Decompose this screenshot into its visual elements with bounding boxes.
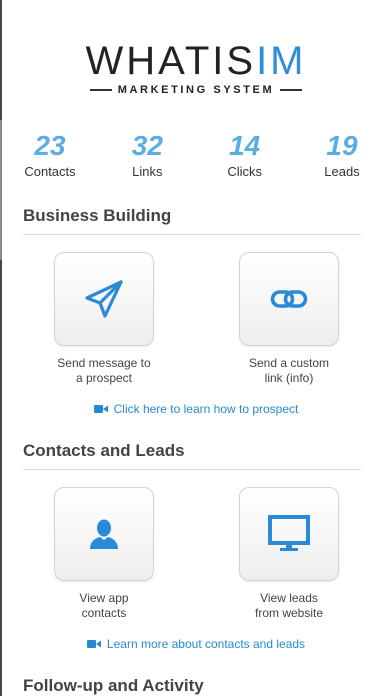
send-icon <box>85 280 123 318</box>
learn-prospect-text[interactable]: Click here to learn how to prospect <box>114 402 299 416</box>
person-icon <box>90 519 118 549</box>
app-contacts-tile[interactable]: View app contacts <box>34 487 174 621</box>
monitor-icon <box>268 515 310 551</box>
website-leads-label: View leads from website <box>254 591 324 620</box>
stat-label: Clicks <box>227 164 262 179</box>
logo-rule-left <box>89 89 112 91</box>
video-camera-icon <box>86 638 101 652</box>
app-logo: WHATISIM MARKETING SYSTEM <box>0 40 392 96</box>
stat-links[interactable]: 32 Links <box>111 130 183 179</box>
logo-rule-right <box>280 89 303 91</box>
stat-value: 19 <box>326 130 358 161</box>
video-camera-icon <box>93 403 108 417</box>
send-message-button[interactable] <box>54 252 154 346</box>
section-title-followup: Follow-up and Activity <box>23 676 204 695</box>
link-icon <box>270 290 308 308</box>
stat-value: 14 <box>229 130 261 161</box>
learn-contacts-link[interactable]: Learn more about contacts and leads <box>0 637 392 652</box>
window-edge <box>0 0 2 696</box>
stat-label: Leads <box>324 164 360 179</box>
stat-value: 32 <box>131 130 163 161</box>
logo-wordmark: WHATISIM <box>0 40 392 82</box>
app-contacts-label: View app contacts <box>79 591 129 620</box>
custom-link-label: Send a custom link (info) <box>248 356 330 385</box>
app-contacts-button[interactable] <box>54 487 154 581</box>
learn-contacts-text[interactable]: Learn more about contacts and leads <box>107 637 305 651</box>
custom-link-tile[interactable]: Send a custom link (info) <box>219 252 359 386</box>
section-divider <box>23 234 361 235</box>
stat-clicks[interactable]: 14 Clicks <box>209 130 281 179</box>
custom-link-button[interactable] <box>239 252 339 346</box>
send-message-tile[interactable]: Send message to a prospect <box>34 252 174 386</box>
send-message-label: Send message to a prospect <box>57 356 151 385</box>
website-leads-button[interactable] <box>239 487 339 581</box>
stats-bar: 23 Contacts 32 Links 14 Clicks 19 Leads <box>14 130 378 179</box>
section-title-business: Business Building <box>23 206 172 225</box>
logo-subtitle: MARKETING SYSTEM <box>117 84 275 96</box>
stat-label: Links <box>132 164 163 179</box>
stat-contacts[interactable]: 23 Contacts <box>14 130 86 179</box>
logo-main-text: WHATIS <box>85 39 257 83</box>
website-leads-tile[interactable]: View leads from website <box>219 487 359 621</box>
section-title-contacts: Contacts and Leads <box>23 441 185 460</box>
stat-leads[interactable]: 19 Leads <box>306 130 378 179</box>
logo-accent-text: IM <box>256 39 307 83</box>
stat-value: 23 <box>34 130 66 161</box>
learn-prospect-link[interactable]: Click here to learn how to prospect <box>0 402 392 417</box>
stat-label: Contacts <box>24 164 76 179</box>
section-divider <box>23 469 361 470</box>
